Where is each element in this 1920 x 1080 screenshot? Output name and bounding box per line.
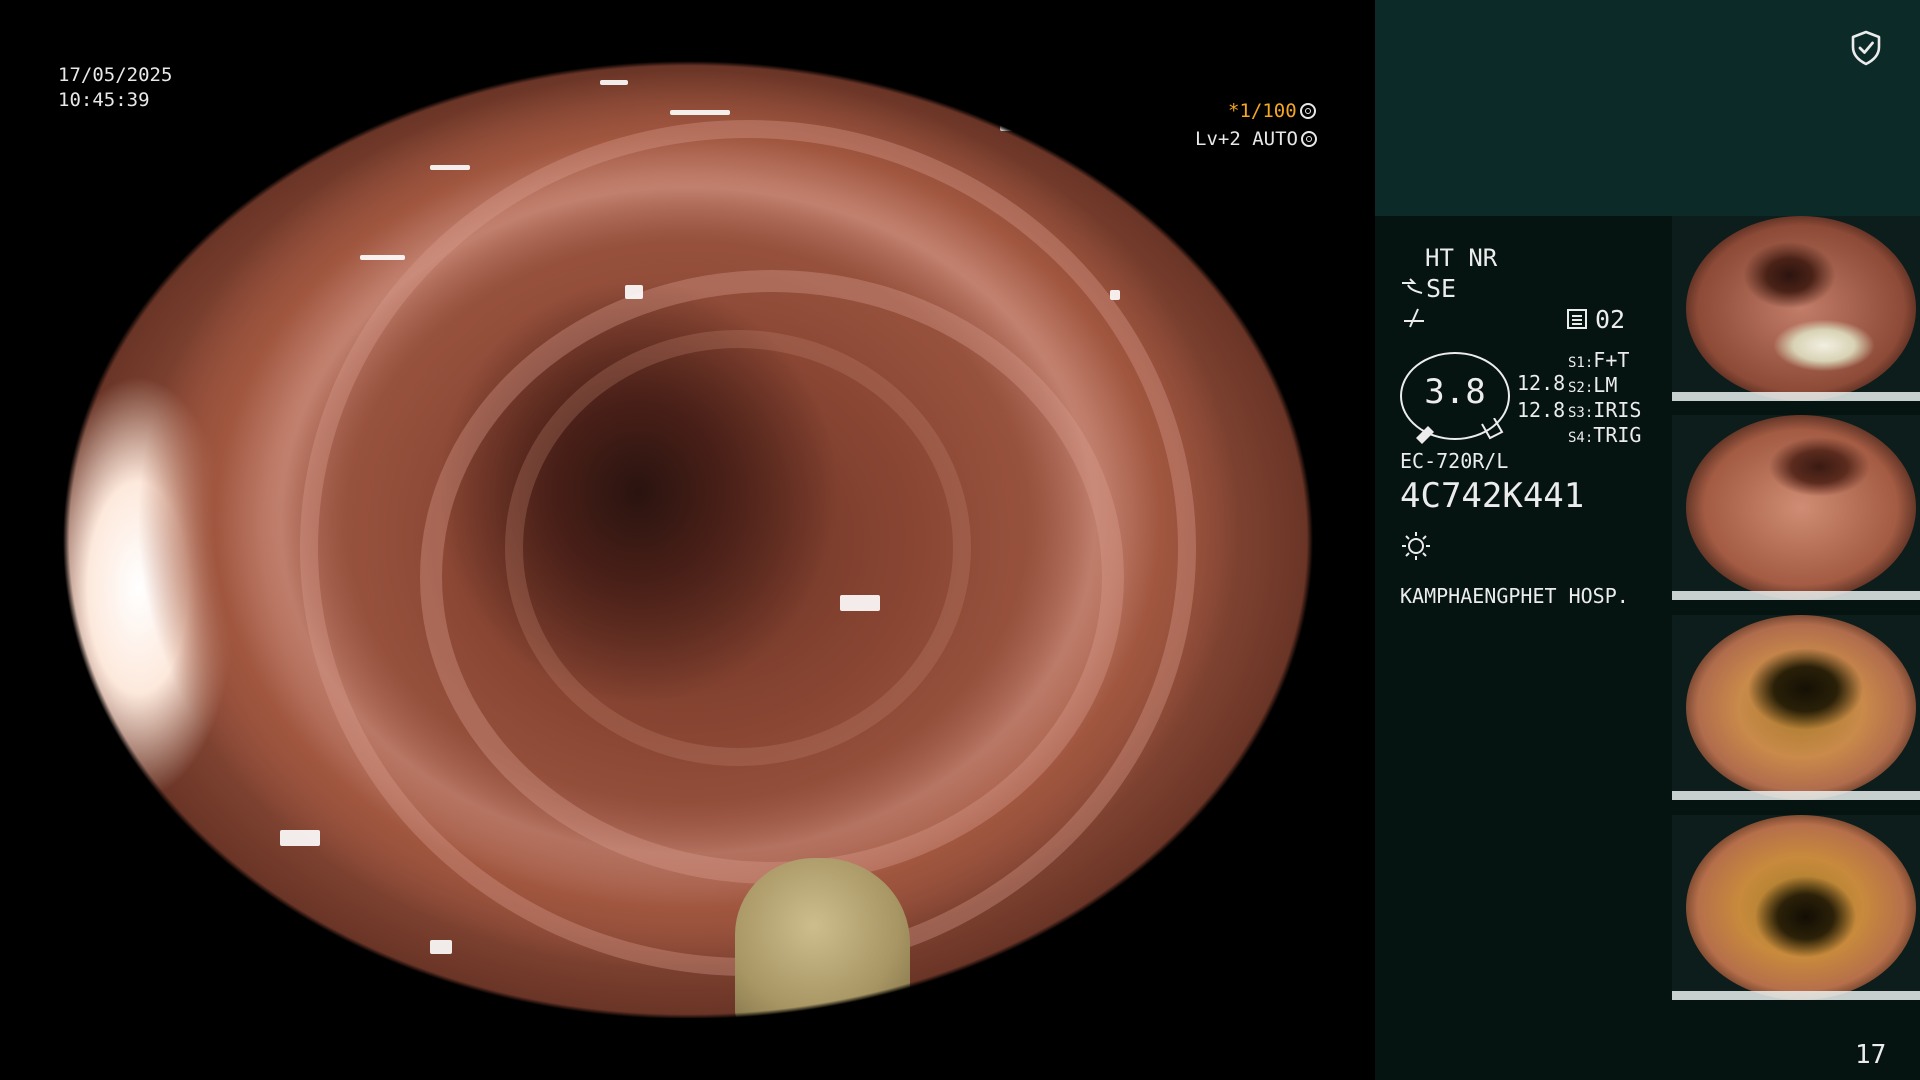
structure-enhance-icon xyxy=(1402,278,1423,294)
thumbnail-caption-bar xyxy=(1672,791,1920,800)
thumbnail-caption-bar xyxy=(1672,591,1920,600)
switch-value: LM xyxy=(1593,373,1618,397)
level-readout: Lv+2 AUTO xyxy=(1195,127,1317,151)
scope-serial: 4C742K441 xyxy=(1400,476,1585,516)
thumbnail-4[interactable] xyxy=(1672,815,1920,1000)
gauge-value: 3.8 xyxy=(1424,372,1486,412)
thumbnail-image xyxy=(1686,216,1916,401)
date-label: 17/05/2025 xyxy=(58,64,173,86)
shutter-readout: *1/100 xyxy=(1228,99,1316,123)
value-2: 12.8 xyxy=(1517,398,1566,422)
mode-label: HT NR xyxy=(1425,244,1498,272)
switch-key: S1: xyxy=(1568,355,1594,371)
time-label: 10:45:39 xyxy=(58,89,150,111)
scope-mask-bottom xyxy=(0,1018,1375,1080)
level-value: Lv+2 AUTO xyxy=(1195,128,1298,150)
endoscope-view: 17/05/2025 10:45:39 *1/100 Lv+2 AUTO xyxy=(0,0,1375,1080)
thumbnail-caption-bar xyxy=(1672,991,1920,1000)
shutter-value: *1/100 xyxy=(1228,100,1297,122)
scope-mask-top xyxy=(0,0,1375,61)
se-label: SE xyxy=(1426,274,1457,303)
thumbnail-3[interactable] xyxy=(1672,615,1920,800)
switch-key: S3: xyxy=(1568,405,1594,421)
page-number: 17 xyxy=(1855,1040,1887,1070)
switch-key: S2: xyxy=(1568,380,1594,396)
thumbnail-image xyxy=(1686,615,1916,800)
gauge-needle-icon xyxy=(1416,418,1504,444)
iris-icon xyxy=(1300,131,1317,147)
memory-label: 02 xyxy=(1595,305,1626,334)
shield-check-icon xyxy=(1851,30,1881,66)
switch-value: TRIG xyxy=(1593,423,1642,447)
switch-row: S2:LM xyxy=(1568,373,1617,397)
thumbnail-2[interactable] xyxy=(1672,415,1920,600)
scope-model: EC-720R/L xyxy=(1400,449,1509,473)
switch-key: S4: xyxy=(1568,430,1594,446)
switch-row: S1:F+T xyxy=(1568,348,1629,372)
color-mode-icon xyxy=(1404,308,1424,328)
thumbnail-1[interactable] xyxy=(1672,216,1920,401)
thumbnail-caption-bar xyxy=(1672,392,1920,401)
switch-value: IRIS xyxy=(1593,398,1642,422)
thumbnail-image xyxy=(1686,815,1916,1000)
hospital-name: KAMPHAENGPHET HOSP. xyxy=(1400,584,1629,608)
switch-value: F+T xyxy=(1593,348,1630,372)
thumbnail-image xyxy=(1686,415,1916,600)
memory-icon xyxy=(1567,309,1587,329)
shutter-icon xyxy=(1299,103,1316,119)
value-1: 12.8 xyxy=(1517,371,1566,395)
switch-row: S3:IRIS xyxy=(1568,398,1641,422)
light-icon xyxy=(1402,532,1430,560)
info-panel-header xyxy=(1375,0,1920,216)
switch-row: S4:TRIG xyxy=(1568,423,1641,447)
scope-mask xyxy=(0,0,1375,1080)
